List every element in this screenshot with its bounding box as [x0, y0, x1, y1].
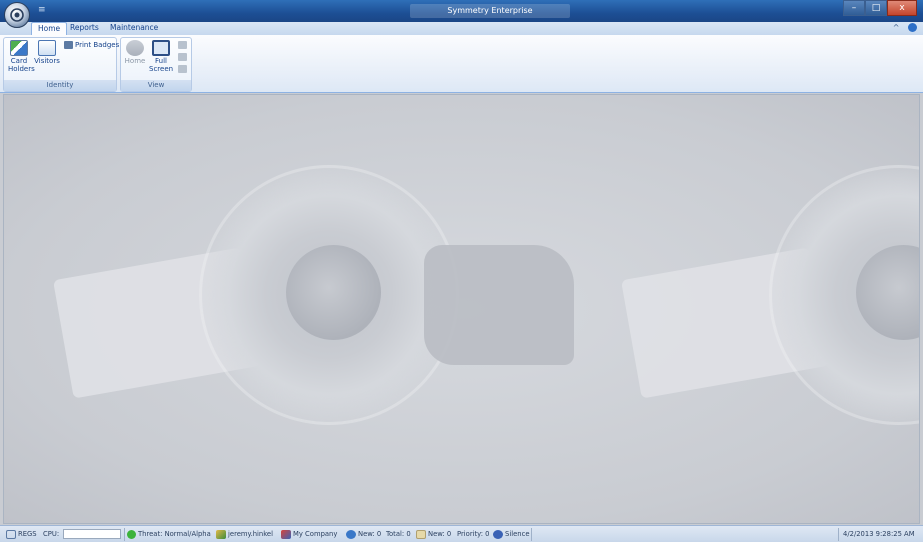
alarm-icon [346, 529, 356, 539]
group-label-identity: Identity [4, 80, 116, 91]
view-layout-1-button[interactable] [178, 41, 189, 49]
priority: Priority: 0 [457, 530, 490, 538]
event-icon [416, 529, 426, 539]
watermark-core-left [286, 245, 381, 340]
watermark-hand [424, 245, 574, 365]
visitors-icon [38, 40, 56, 56]
application-menu-button[interactable] [4, 2, 30, 28]
current-user: jeremy.hinkel [216, 529, 273, 540]
minimize-ribbon-icon[interactable]: ^ [893, 23, 900, 32]
full-screen-icon [152, 40, 170, 56]
events-new[interactable]: New: 0 [416, 529, 451, 540]
tab-maintenance[interactable]: Maintenance [104, 22, 164, 35]
tab-reports[interactable]: Reports [64, 22, 105, 35]
visitors-button[interactable]: Visitors [34, 40, 60, 65]
layout-list-icon [178, 53, 187, 61]
regs-indicator: REGS [6, 529, 37, 540]
layout-cascade-icon [178, 65, 187, 73]
home-icon [126, 40, 144, 56]
user-icon [216, 529, 226, 539]
refresh-icon [6, 529, 16, 539]
main-workspace [3, 94, 920, 524]
window-title: Symmetry Enterprise [410, 4, 570, 18]
alarms-total: Total: 0 [386, 530, 411, 538]
alarms-new[interactable]: New: 0 [346, 529, 381, 540]
tab-home[interactable]: Home [31, 22, 68, 35]
status-bar: REGS CPU: Threat: Normal/Alpha jeremy.hi… [0, 525, 923, 542]
ribbon-group-view: Home Full Screen View [120, 37, 192, 92]
print-badges-button[interactable]: Print Badges [64, 41, 119, 49]
ribbon: Card Holders Visitors Print Badges Ident… [0, 35, 923, 93]
view-layout-2-button[interactable] [178, 53, 189, 61]
printer-icon [64, 41, 73, 49]
ribbon-controls: ^ [893, 23, 917, 32]
maximize-button[interactable]: □ [865, 0, 887, 16]
minimize-button[interactable]: – [843, 0, 865, 16]
date-time: 4/2/2013 9:28:25 AM [843, 530, 915, 538]
threat-level[interactable]: Threat: Normal/Alpha [127, 529, 211, 540]
view-layout-3-button[interactable] [178, 65, 189, 73]
card-holders-button[interactable]: Card Holders [8, 40, 35, 73]
cpu-label: CPU: [43, 530, 60, 538]
layout-grid-icon [178, 41, 187, 49]
silence-icon [493, 529, 503, 539]
title-bar: ≡ Symmetry Enterprise – □ x [0, 0, 923, 22]
company-icon [281, 529, 291, 539]
threat-status-icon [127, 529, 136, 539]
company: My Company [281, 529, 337, 540]
window-controls: – □ x [843, 0, 917, 16]
home-view-button[interactable]: Home [123, 40, 147, 65]
silence-button[interactable]: Silence [493, 529, 530, 540]
quick-access-toolbar[interactable]: ≡ [38, 5, 46, 15]
card-holders-icon [10, 40, 28, 56]
help-icon[interactable] [908, 23, 917, 32]
cpu-meter [63, 529, 121, 539]
group-label-view: View [121, 80, 191, 91]
ribbon-tab-bar: Home Reports Maintenance ^ [0, 22, 923, 35]
ribbon-group-identity: Card Holders Visitors Print Badges Ident… [3, 37, 119, 92]
full-screen-button[interactable]: Full Screen [149, 40, 173, 73]
close-button[interactable]: x [887, 0, 917, 16]
app-logo-icon [10, 8, 24, 22]
